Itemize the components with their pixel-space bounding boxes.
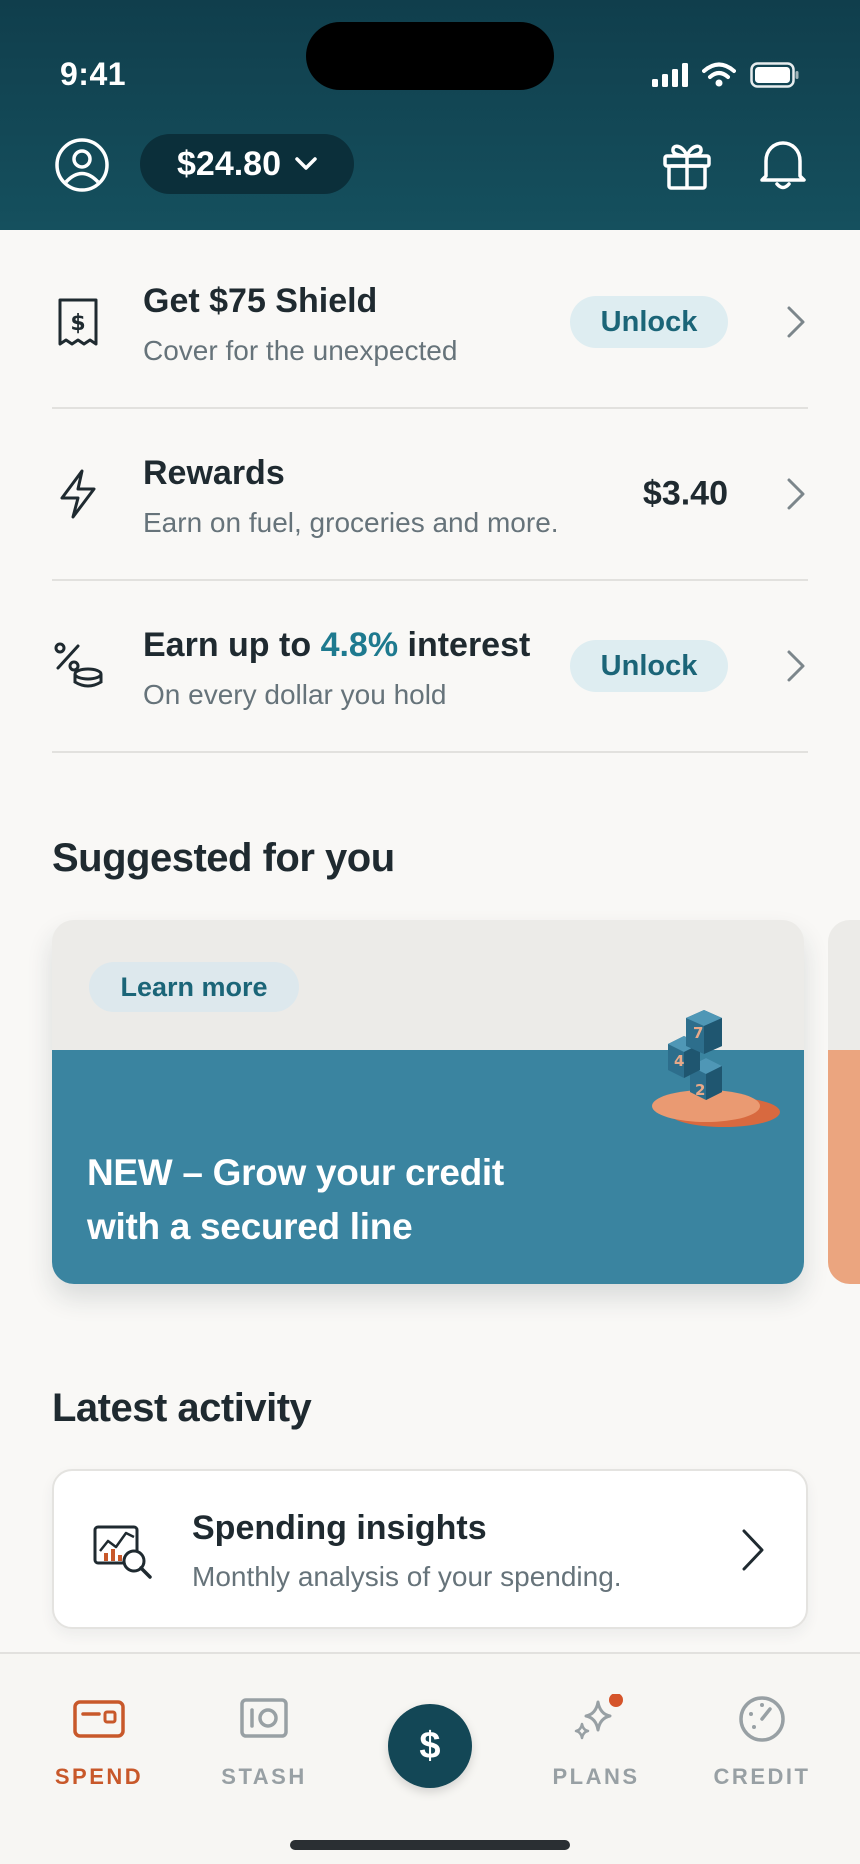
- row-title: Rewards: [143, 454, 285, 492]
- unlock-button[interactable]: Unlock: [570, 296, 728, 348]
- balance-amount: $24.80: [177, 144, 281, 183]
- cellular-signal-icon: [652, 63, 688, 87]
- interest-rate: 4.8%: [320, 626, 399, 664]
- tab-plans[interactable]: PLANS: [526, 1694, 666, 1790]
- tab-credit[interactable]: CREDIT: [692, 1694, 832, 1790]
- svg-text:$: $: [70, 311, 85, 336]
- shield-row[interactable]: $ Get $75 Shield Cover for the unexpecte…: [52, 237, 808, 409]
- stacked-blocks-illustration: 7 4 2: [652, 1010, 780, 1127]
- interest-row[interactable]: Earn up to 4.8% interest On every dollar…: [52, 581, 808, 753]
- tab-stash[interactable]: STASH: [194, 1694, 334, 1790]
- dynamic-island: [306, 22, 554, 90]
- tab-label: PLANS: [552, 1764, 640, 1789]
- row-title: Get $75 Shield: [143, 282, 378, 320]
- app-header: 9:41 $24.80: [0, 0, 860, 230]
- section-title-suggested: Suggested for you: [52, 836, 395, 880]
- row-title: Earn up to 4.8% interest: [143, 626, 530, 665]
- tab-label: SPEND: [54, 1764, 144, 1789]
- row-subtitle: On every dollar you hold: [143, 679, 447, 710]
- wifi-icon: [702, 62, 736, 87]
- suggested-card-next[interactable]: [828, 920, 860, 1284]
- unlock-button[interactable]: Unlock: [570, 640, 728, 692]
- sparkles-icon: [574, 1694, 623, 1740]
- chevron-right-icon: [787, 306, 805, 338]
- gift-icon[interactable]: [660, 138, 714, 192]
- section-title-activity: Latest activity: [52, 1386, 312, 1430]
- block-number: 4: [674, 1052, 684, 1070]
- row-subtitle: Earn on fuel, groceries and more.: [143, 507, 559, 538]
- rewards-value: $3.40: [642, 474, 728, 513]
- tab-label: CREDIT: [713, 1764, 811, 1789]
- chart-magnifier-icon: [93, 1525, 152, 1579]
- safe-icon: [240, 1698, 288, 1738]
- receipt-dollar-icon: $: [58, 298, 98, 346]
- tab-label: STASH: [221, 1764, 307, 1789]
- title-suffix: interest: [398, 626, 531, 664]
- percent-coins-icon: [54, 642, 103, 688]
- notification-dot: [609, 1694, 623, 1707]
- card-icon: [73, 1700, 125, 1738]
- gauge-icon: [739, 1696, 785, 1742]
- card-banner: [828, 1050, 860, 1284]
- suggested-card[interactable]: Learn more NEW – Grow your credit with a…: [52, 920, 804, 1284]
- title-prefix: Earn up to: [143, 626, 321, 664]
- chevron-right-icon: [787, 650, 805, 682]
- bell-icon[interactable]: [756, 136, 810, 192]
- activity-title: Spending insights: [192, 1509, 487, 1547]
- row-subtitle: Cover for the unexpected: [143, 335, 458, 366]
- activity-subtitle: Monthly analysis of your spending.: [192, 1561, 622, 1592]
- learn-more-button[interactable]: Learn more: [89, 962, 299, 1012]
- block-number: 7: [693, 1024, 703, 1042]
- profile-icon[interactable]: [54, 137, 110, 193]
- rewards-row[interactable]: Rewards Earn on fuel, groceries and more…: [52, 409, 808, 581]
- balance-selector[interactable]: $24.80: [140, 134, 354, 194]
- chevron-right-icon: [742, 1529, 764, 1571]
- status-icons: [652, 62, 800, 88]
- home-indicator: [290, 1840, 570, 1850]
- status-time: 9:41: [60, 56, 127, 92]
- block-number: 2: [695, 1081, 705, 1099]
- tab-spend[interactable]: SPEND: [29, 1694, 169, 1790]
- chevron-right-icon: [787, 478, 805, 510]
- spending-insights-card[interactable]: Spending insights Monthly analysis of yo…: [52, 1469, 808, 1629]
- chevron-down-icon: [295, 157, 317, 170]
- dollar-action-button[interactable]: $: [388, 1704, 472, 1788]
- battery-icon: [750, 62, 799, 88]
- tab-bar: SPEND STASH $ PLANS CREDIT: [0, 1652, 860, 1864]
- lightning-icon: [60, 469, 96, 519]
- card-headline: NEW – Grow your credit with a secured li…: [87, 1152, 504, 1247]
